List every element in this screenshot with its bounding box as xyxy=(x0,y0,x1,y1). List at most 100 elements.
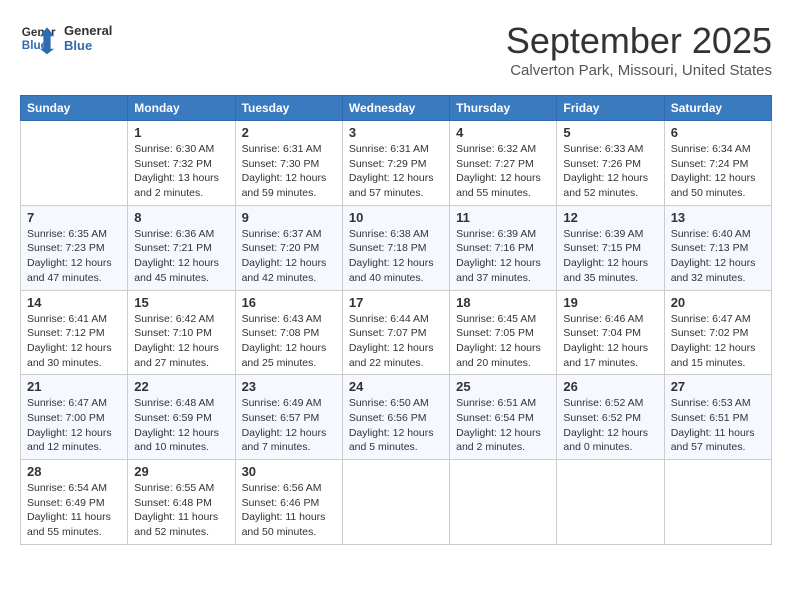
month-title: September 2025 xyxy=(506,20,772,62)
calendar-cell: 25Sunrise: 6:51 AMSunset: 6:54 PMDayligh… xyxy=(450,375,557,460)
calendar-cell: 20Sunrise: 6:47 AMSunset: 7:02 PMDayligh… xyxy=(664,290,771,375)
calendar-cell: 15 Sunrise: 6:42 AMSunset: 7:10 PMDayligh… xyxy=(128,290,235,375)
day-info: Sunrise: 6:48 AMSunset: 6:59 PMDaylight:… xyxy=(134,396,228,455)
calendar-cell: 24 Sunrise: 6:50 AMSunset: 6:56 PMDayligh… xyxy=(342,375,449,460)
day-number: 8 xyxy=(134,210,228,225)
day-info: Sunrise: 6:39 AMSunset: 7:15 PMDaylight:… xyxy=(563,227,657,286)
day-info: Sunrise: 6:50 AMSunset: 6:56 PMDaylight:… xyxy=(349,396,443,455)
calendar-week-row: 21Sunrise: 6:47 AMSunset: 7:00 PMDayligh… xyxy=(21,375,772,460)
weekday-header-monday: Monday xyxy=(128,96,235,121)
day-info: Sunrise: 6:35 AMSunset: 7:23 PMDaylight:… xyxy=(27,227,121,286)
day-number: 1 xyxy=(134,125,228,140)
day-info: Sunrise: 6:47 AMSunset: 7:02 PMDaylight:… xyxy=(671,312,765,371)
location-title: Calverton Park, Missouri, United States xyxy=(506,62,772,79)
day-info: Sunrise: 6:38 AMSunset: 7:18 PMDaylight:… xyxy=(349,227,443,286)
logo-icon: General Blue xyxy=(20,20,56,56)
day-info: Sunrise: 6:34 AMSunset: 7:24 PMDaylight:… xyxy=(671,142,765,201)
weekday-header-tuesday: Tuesday xyxy=(235,96,342,121)
day-info: Sunrise: 6:41 AMSunset: 7:12 PMDaylight:… xyxy=(27,312,121,371)
day-info: Sunrise: 6:31 AMSunset: 7:29 PMDaylight:… xyxy=(349,142,443,201)
day-number: 15 xyxy=(134,295,228,310)
calendar-cell: 19 Sunrise: 6:46 AMSunset: 7:04 PMDayligh… xyxy=(557,290,664,375)
day-number: 27 xyxy=(671,379,765,394)
day-info: Sunrise: 6:45 AMSunset: 7:05 PMDaylight:… xyxy=(456,312,550,371)
day-info: Sunrise: 6:46 AMSunset: 7:04 PMDaylight:… xyxy=(563,312,657,371)
calendar-table: SundayMondayTuesdayWednesdayThursdayFrid… xyxy=(20,95,772,545)
day-info: Sunrise: 6:51 AMSunset: 6:54 PMDaylight:… xyxy=(456,396,550,455)
day-info: Sunrise: 6:42 AMSunset: 7:10 PMDaylight:… xyxy=(134,312,228,371)
calendar-cell xyxy=(450,460,557,545)
day-number: 23 xyxy=(242,379,336,394)
calendar-cell: 8 Sunrise: 6:36 AMSunset: 7:21 PMDaylight… xyxy=(128,205,235,290)
day-number: 24 xyxy=(349,379,443,394)
day-number: 17 xyxy=(349,295,443,310)
day-info: Sunrise: 6:53 AMSunset: 6:51 PMDaylight:… xyxy=(671,396,765,455)
calendar-cell xyxy=(664,460,771,545)
logo-text-general: General xyxy=(64,23,112,38)
day-number: 7 xyxy=(27,210,121,225)
day-number: 19 xyxy=(563,295,657,310)
day-info: Sunrise: 6:54 AMSunset: 6:49 PMDaylight:… xyxy=(27,481,121,540)
day-info: Sunrise: 6:52 AMSunset: 6:52 PMDaylight:… xyxy=(563,396,657,455)
weekday-header-thursday: Thursday xyxy=(450,96,557,121)
day-info: Sunrise: 6:40 AMSunset: 7:13 PMDaylight:… xyxy=(671,227,765,286)
calendar-cell: 11Sunrise: 6:39 AMSunset: 7:16 PMDayligh… xyxy=(450,205,557,290)
calendar-cell: 5Sunrise: 6:33 AMSunset: 7:26 PMDaylight… xyxy=(557,121,664,206)
day-number: 2 xyxy=(242,125,336,140)
page-header: General Blue General Blue September 2025… xyxy=(20,20,772,79)
day-number: 18 xyxy=(456,295,550,310)
calendar-cell xyxy=(21,121,128,206)
weekday-header-sunday: Sunday xyxy=(21,96,128,121)
day-number: 16 xyxy=(242,295,336,310)
calendar-cell: 7 Sunrise: 6:35 AMSunset: 7:23 PMDaylight… xyxy=(21,205,128,290)
calendar-cell: 16Sunrise: 6:43 AMSunset: 7:08 PMDayligh… xyxy=(235,290,342,375)
day-info: Sunrise: 6:30 AMSunset: 7:32 PMDaylight:… xyxy=(134,142,228,201)
calendar-cell: 17 Sunrise: 6:44 AMSunset: 7:07 PMDayligh… xyxy=(342,290,449,375)
calendar-cell xyxy=(557,460,664,545)
logo-text-blue: Blue xyxy=(64,38,112,53)
calendar-cell: 13 Sunrise: 6:40 AMSunset: 7:13 PMDayligh… xyxy=(664,205,771,290)
day-info: Sunrise: 6:37 AMSunset: 7:20 PMDaylight:… xyxy=(242,227,336,286)
calendar-cell: 3Sunrise: 6:31 AMSunset: 7:29 PMDaylight… xyxy=(342,121,449,206)
calendar-cell: 18 Sunrise: 6:45 AMSunset: 7:05 PMDayligh… xyxy=(450,290,557,375)
calendar-cell: 29 Sunrise: 6:55 AMSunset: 6:48 PMDayligh… xyxy=(128,460,235,545)
day-info: Sunrise: 6:33 AMSunset: 7:26 PMDaylight:… xyxy=(563,142,657,201)
calendar-cell: 28 Sunrise: 6:54 AMSunset: 6:49 PMDayligh… xyxy=(21,460,128,545)
calendar-cell: 26 Sunrise: 6:52 AMSunset: 6:52 PMDayligh… xyxy=(557,375,664,460)
day-info: Sunrise: 6:55 AMSunset: 6:48 PMDaylight:… xyxy=(134,481,228,540)
calendar-week-row: 28 Sunrise: 6:54 AMSunset: 6:49 PMDayligh… xyxy=(21,460,772,545)
day-number: 29 xyxy=(134,464,228,479)
calendar-cell: 9 Sunrise: 6:37 AMSunset: 7:20 PMDaylight… xyxy=(235,205,342,290)
day-number: 14 xyxy=(27,295,121,310)
calendar-cell: 21Sunrise: 6:47 AMSunset: 7:00 PMDayligh… xyxy=(21,375,128,460)
day-number: 9 xyxy=(242,210,336,225)
day-number: 4 xyxy=(456,125,550,140)
day-info: Sunrise: 6:31 AMSunset: 7:30 PMDaylight:… xyxy=(242,142,336,201)
day-number: 6 xyxy=(671,125,765,140)
day-info: Sunrise: 6:56 AMSunset: 6:46 PMDaylight:… xyxy=(242,481,336,540)
day-number: 26 xyxy=(563,379,657,394)
day-number: 13 xyxy=(671,210,765,225)
calendar-cell xyxy=(342,460,449,545)
day-info: Sunrise: 6:47 AMSunset: 7:00 PMDaylight:… xyxy=(27,396,121,455)
calendar-cell: 4 Sunrise: 6:32 AMSunset: 7:27 PMDaylight… xyxy=(450,121,557,206)
logo: General Blue General Blue xyxy=(20,20,112,56)
weekday-header-row: SundayMondayTuesdayWednesdayThursdayFrid… xyxy=(21,96,772,121)
calendar-cell: 27 Sunrise: 6:53 AMSunset: 6:51 PMDayligh… xyxy=(664,375,771,460)
calendar-cell: 12 Sunrise: 6:39 AMSunset: 7:15 PMDayligh… xyxy=(557,205,664,290)
day-info: Sunrise: 6:32 AMSunset: 7:27 PMDaylight:… xyxy=(456,142,550,201)
day-number: 11 xyxy=(456,210,550,225)
day-number: 30 xyxy=(242,464,336,479)
weekday-header-friday: Friday xyxy=(557,96,664,121)
title-block: September 2025 Calverton Park, Missouri,… xyxy=(506,20,772,79)
calendar-week-row: 1 Sunrise: 6:30 AMSunset: 7:32 PMDaylight… xyxy=(21,121,772,206)
calendar-cell: 23 Sunrise: 6:49 AMSunset: 6:57 PMDayligh… xyxy=(235,375,342,460)
day-number: 28 xyxy=(27,464,121,479)
day-info: Sunrise: 6:49 AMSunset: 6:57 PMDaylight:… xyxy=(242,396,336,455)
calendar-cell: 2 Sunrise: 6:31 AMSunset: 7:30 PMDaylight… xyxy=(235,121,342,206)
day-number: 12 xyxy=(563,210,657,225)
day-info: Sunrise: 6:44 AMSunset: 7:07 PMDaylight:… xyxy=(349,312,443,371)
day-number: 22 xyxy=(134,379,228,394)
calendar-cell: 30 Sunrise: 6:56 AMSunset: 6:46 PMDayligh… xyxy=(235,460,342,545)
day-info: Sunrise: 6:36 AMSunset: 7:21 PMDaylight:… xyxy=(134,227,228,286)
